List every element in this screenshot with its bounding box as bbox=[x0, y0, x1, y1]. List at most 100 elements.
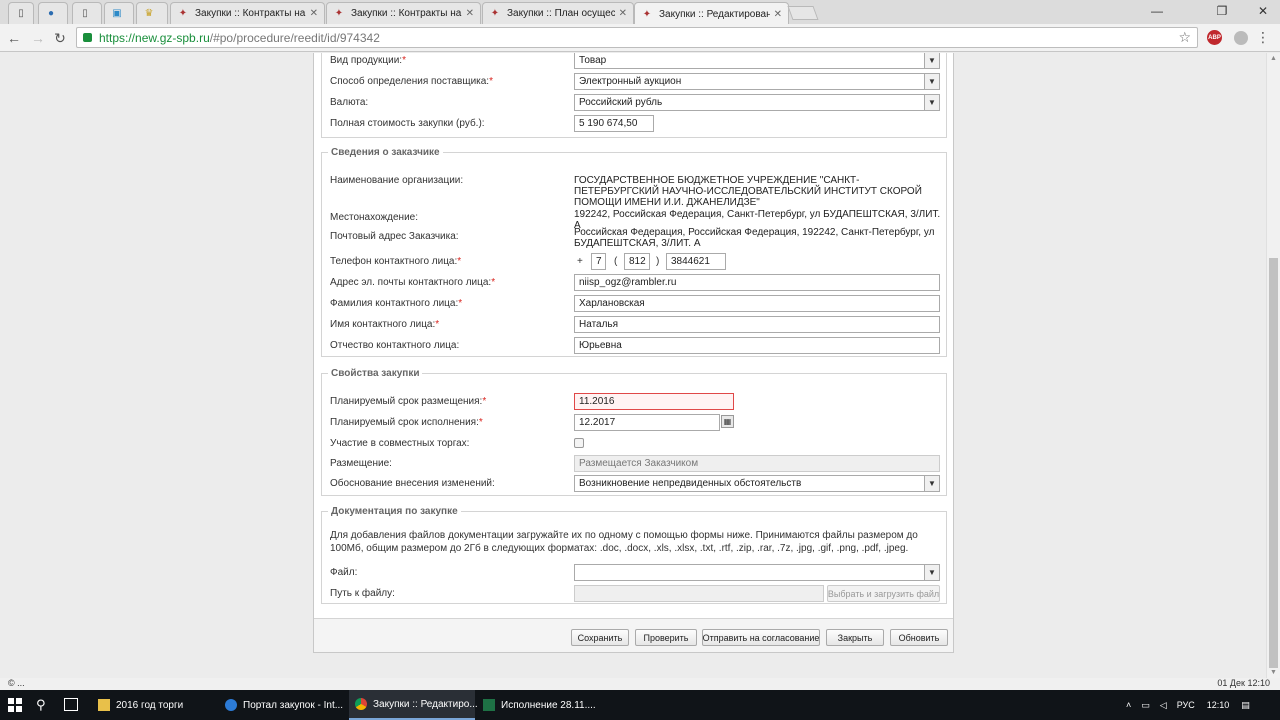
tab-contracts-1[interactable]: ✦ Закупки :: Контракты на ✕ bbox=[170, 2, 325, 24]
new-tab-button[interactable] bbox=[787, 6, 819, 20]
postal-label: Почтовый адрес Заказчика: bbox=[330, 231, 459, 242]
bookmark-star-icon[interactable]: ☆ bbox=[1178, 29, 1191, 46]
extension-icon[interactable] bbox=[1234, 31, 1248, 45]
close-icon[interactable]: ✕ bbox=[619, 8, 627, 19]
scroll-up-arrow-icon[interactable]: ▲ bbox=[1270, 55, 1277, 62]
send-approval-button[interactable]: Отправить на согласование bbox=[702, 629, 820, 646]
close-icon[interactable]: ✕ bbox=[466, 8, 474, 19]
taskbar-item-ie[interactable]: Портал закупок - Int... bbox=[219, 690, 347, 720]
taskbar-item-excel[interactable]: Исполнение 28.11.... bbox=[477, 690, 603, 720]
documents-info: Для добавления файлов документации загру… bbox=[330, 530, 918, 554]
pinned-tab-3[interactable]: ▯ bbox=[72, 2, 102, 24]
notifications-icon[interactable]: ▤ bbox=[1241, 700, 1250, 711]
status-datetime: 01 Дек 12:10 bbox=[1217, 678, 1270, 688]
refresh-button[interactable]: Обновить bbox=[890, 629, 948, 646]
tab-favicon: ✦ bbox=[178, 8, 188, 19]
scrollbar-thumb[interactable] bbox=[1269, 258, 1278, 668]
tab-edit-active[interactable]: ✦ Закупки :: Редактирован ✕ bbox=[634, 2, 789, 25]
placement-date-input[interactable]: 11.2016 bbox=[574, 393, 734, 410]
status-bar: © ... 01 Дек 12:10 bbox=[0, 678, 1280, 690]
reason-select[interactable]: Возникновение непредвиденных обстоятельс… bbox=[574, 475, 940, 492]
joint-trading-checkbox[interactable] bbox=[574, 438, 584, 448]
close-button[interactable]: Закрыть bbox=[826, 629, 884, 646]
restore-icon[interactable]: ❐ bbox=[1205, 0, 1239, 22]
customer-fieldset: Сведения о заказчике Наименование органи… bbox=[321, 147, 947, 357]
volume-icon[interactable]: ◁ bbox=[1160, 700, 1167, 711]
tab-contracts-2[interactable]: ✦ Закупки :: Контракты на ✕ bbox=[326, 2, 481, 24]
reason-value: Возникновение непредвиденных обстоятельс… bbox=[579, 478, 802, 489]
pinned-tab-1[interactable]: ▯ bbox=[8, 2, 34, 24]
pinned-tab-2[interactable]: ● bbox=[38, 2, 68, 24]
back-arrow-icon[interactable]: ← bbox=[4, 28, 24, 48]
window-close-icon[interactable]: ✕ bbox=[1246, 0, 1280, 22]
calendar-icon[interactable]: ▦ bbox=[721, 415, 734, 428]
currency-select[interactable]: Российский рубль ▼ bbox=[574, 94, 940, 111]
path-label: Путь к файлу: bbox=[330, 588, 395, 599]
pinned-tab-4[interactable]: ▣ bbox=[104, 2, 134, 24]
search-icon[interactable]: ⚲ bbox=[36, 697, 46, 713]
adblock-extension-icon[interactable]: ABP bbox=[1207, 30, 1222, 45]
phone-label: Телефон контактного лица:* bbox=[330, 256, 462, 267]
supplier-method-label: Способ определения поставщика:* bbox=[330, 76, 493, 87]
clock[interactable]: 12:10 bbox=[1207, 700, 1230, 710]
scroll-down-arrow-icon[interactable]: ▼ bbox=[1270, 669, 1277, 676]
total-cost-input[interactable]: 5 190 674,50 bbox=[574, 115, 654, 132]
email-input[interactable]: niisp_ogz@rambler.ru bbox=[574, 274, 940, 291]
page-scrollbar[interactable]: ▲ ▼ bbox=[1266, 53, 1280, 678]
phone-close-paren: ) bbox=[656, 256, 660, 267]
lastname-input[interactable]: Харлановская bbox=[574, 295, 940, 312]
phone-country-input[interactable]: 7 bbox=[591, 253, 606, 270]
pinned-tab-5[interactable]: ♛ bbox=[136, 2, 168, 24]
lock-icon bbox=[83, 33, 92, 42]
taskbar-item-label: Закупки :: Редактиро... bbox=[373, 698, 478, 710]
execution-date-input[interactable]: 12.2017 bbox=[574, 414, 720, 431]
file-select[interactable]: ▼ bbox=[574, 564, 940, 581]
org-name-label: Наименование организации: bbox=[330, 175, 464, 186]
chevron-up-icon[interactable]: ˄ bbox=[1126, 700, 1131, 710]
task-view-icon[interactable] bbox=[64, 698, 78, 711]
chevron-down-icon: ▼ bbox=[924, 476, 939, 491]
phone-number-input[interactable]: 3844621 bbox=[666, 253, 726, 270]
browser-menu-icon[interactable]: ⋮ bbox=[1256, 28, 1270, 46]
product-type-select[interactable]: Товар ▼ bbox=[574, 53, 940, 69]
save-button[interactable]: Сохранить bbox=[571, 629, 629, 646]
reload-icon[interactable]: ↻ bbox=[50, 28, 70, 48]
procedure-edit-panel: Вид продукции:* Товар ▼ Способ определен… bbox=[313, 53, 954, 653]
tab-favicon: ✦ bbox=[490, 8, 500, 19]
portal-icon: ▣ bbox=[112, 8, 122, 19]
org-name-value: ГОСУДАРСТВЕННОЕ БЮДЖЕТНОЕ УЧРЕЖДЕНИЕ "СА… bbox=[574, 175, 922, 208]
reason-label: Обоснование внесения изменений: bbox=[330, 478, 495, 489]
taskbar-item-label: Портал закупок - Int... bbox=[243, 699, 344, 711]
status-left-text: © ... bbox=[8, 678, 25, 688]
phone-code-input[interactable]: 812 bbox=[624, 253, 650, 270]
postal-value: Российская Федерация, Российская Федерац… bbox=[574, 227, 935, 249]
execution-date-label: Планируемый срок исполнения:* bbox=[330, 417, 483, 428]
keyboard-language[interactable]: РУС bbox=[1177, 700, 1195, 710]
tab-label: Закупки :: План осущест bbox=[507, 8, 615, 19]
address-bar[interactable]: https://new.gz-spb.ru/#po/procedure/reed… bbox=[76, 27, 1198, 48]
check-button[interactable]: Проверить bbox=[635, 629, 697, 646]
patronymic-input[interactable]: Юрьевна bbox=[574, 337, 940, 354]
url-path: /#po/procedure/reedit/id/974342 bbox=[209, 30, 380, 45]
url-host: new.gz-spb.ru bbox=[135, 30, 210, 45]
minimize-icon[interactable]: — bbox=[1140, 0, 1174, 22]
windows-taskbar: ⚲ 2016 год торги Портал закупок - Int...… bbox=[0, 690, 1280, 720]
taskbar-item-chrome[interactable]: Закупки :: Редактиро... bbox=[349, 690, 478, 720]
close-icon[interactable]: ✕ bbox=[310, 8, 318, 19]
properties-fieldset: Свойства закупки Планируемый срок размещ… bbox=[321, 368, 947, 496]
tab-favicon: ✦ bbox=[642, 8, 652, 20]
firstname-label: Имя контактного лица:* bbox=[330, 319, 440, 330]
taskbar-item-folder[interactable]: 2016 год торги bbox=[92, 690, 217, 720]
upload-file-button[interactable]: Выбрать и загрузить файл bbox=[827, 585, 940, 602]
close-icon[interactable]: ✕ bbox=[774, 9, 782, 20]
forward-arrow-icon[interactable]: → bbox=[28, 28, 48, 48]
windows-start-icon[interactable] bbox=[8, 698, 22, 712]
tab-favicon: ✦ bbox=[334, 8, 344, 19]
phone-plus: + bbox=[577, 256, 583, 267]
documents-legend: Документация по закупке bbox=[331, 506, 458, 517]
firstname-input[interactable]: Наталья bbox=[574, 316, 940, 333]
page-icon: ▯ bbox=[82, 8, 88, 19]
tab-plan[interactable]: ✦ Закупки :: План осущест ✕ bbox=[482, 2, 634, 24]
network-icon[interactable]: ▭ bbox=[1141, 700, 1150, 711]
supplier-method-select[interactable]: Электронный аукцион ▼ bbox=[574, 73, 940, 90]
